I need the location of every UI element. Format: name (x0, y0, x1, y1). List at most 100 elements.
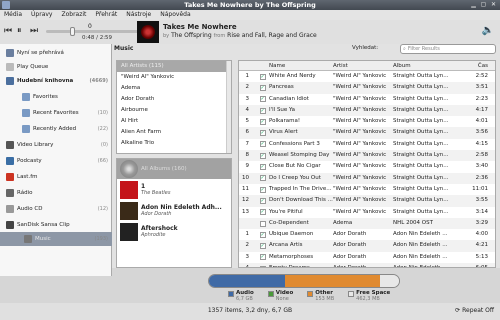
legend-swatch (267, 291, 274, 297)
col-playing[interactable] (250, 61, 258, 70)
col-number[interactable] (239, 61, 250, 70)
table-row[interactable]: 4 ✓ I'll Sue Ya "Weird Al" Yankovic Straight… (239, 104, 495, 117)
seek-slider[interactable] (46, 30, 142, 33)
menu-edit[interactable]: Úpravy (31, 10, 52, 20)
album-all-item[interactable]: All Albums (160) (117, 159, 231, 179)
sidebar-item[interactable]: SanDisk Sansa Clip (0, 218, 112, 232)
table-row[interactable]: 2 ✓ Arcana Artis Ador Dorath Adon Nin Edelet… (239, 240, 495, 252)
col-time[interactable]: Čas (468, 61, 490, 70)
track-album: Straight Outta Lyn... (393, 197, 449, 204)
col-album[interactable]: Album (393, 61, 468, 70)
table-row[interactable]: 12 ✓ Don't Download This ... "Weird Al" Yan… (239, 195, 495, 207)
track-album: Adon Nin Edeleth ... (393, 242, 448, 249)
next-icon[interactable]: ⏭ (30, 26, 38, 36)
sidebar-item[interactable]: Favorites (0, 90, 112, 104)
track-checkbox[interactable]: ✓ (259, 197, 266, 204)
artist-list-item[interactable]: Ador Dorath (117, 94, 231, 105)
menu-play[interactable]: Přehrát (95, 10, 117, 20)
menu-tools[interactable]: Nástroje (126, 10, 151, 20)
artist-scrollbar[interactable] (226, 61, 231, 153)
table-row[interactable]: 2 ✓ Pancreas "Weird Al" Yankovic Straight Ou… (239, 82, 495, 94)
sidebar-item[interactable]: Last.fm (0, 170, 112, 184)
menu-media[interactable]: Média (4, 10, 22, 20)
sidebar-item-label: Nyní se přehrává (17, 50, 64, 56)
album-list-item[interactable]: Adon Nin Edeleth Adh... Ador Dorath (117, 200, 231, 221)
track-artist: "Weird Al" Yankovic (333, 185, 387, 192)
track-checkbox[interactable] (259, 220, 266, 227)
repeat-toggle[interactable]: ⟳ Repeat Off (455, 307, 494, 314)
track-checkbox[interactable]: ✓ (259, 265, 266, 267)
track-checkbox[interactable]: ✓ (259, 209, 266, 216)
track-checkbox[interactable]: ✓ (259, 96, 266, 103)
artist-list-item[interactable]: Airbourne (117, 105, 231, 116)
now-playing-album-art[interactable] (137, 21, 159, 43)
track-checkbox[interactable]: ✓ (259, 118, 266, 125)
track-checkbox[interactable]: ✓ (259, 130, 266, 137)
artist-list-item[interactable]: Alien Ant Farm (117, 127, 231, 138)
legend-size: 6,7 GB (236, 296, 253, 302)
sidebar-item[interactable]: Music (193) (0, 232, 112, 246)
artist-list-item[interactable]: Adema (117, 83, 231, 94)
track-checkbox[interactable]: ✓ (259, 164, 266, 171)
sidebar-item[interactable]: Nyní se přehrává (0, 46, 112, 60)
search-input[interactable]: ⌕ Filter Results (400, 44, 496, 54)
artist-list-item[interactable]: Al Hirt (117, 116, 231, 127)
track-checkbox[interactable]: ✓ (259, 84, 266, 91)
sidebar-item[interactable]: Rádio (0, 186, 112, 200)
sidebar-item-label: Last.fm (17, 174, 38, 180)
table-row[interactable]: 7 ✓ Confessions Part 3 "Weird Al" Yankovic S… (239, 139, 495, 150)
table-row[interactable]: 1 ✓ Ubique Daemon Ador Dorath Adon Nin Edele… (239, 229, 495, 240)
search-label: Vyhledat: (352, 45, 379, 51)
col-artist[interactable]: Artist (333, 61, 393, 70)
track-name: Empty Dreams (267, 263, 333, 267)
track-artist: "Weird Al" Yankovic (333, 118, 387, 125)
menu-help[interactable]: Nápověda (160, 10, 190, 20)
track-checkbox[interactable]: ✓ (259, 231, 266, 238)
track-checkbox[interactable]: ✓ (259, 73, 266, 80)
sidebar-item[interactable]: Play Queue (0, 60, 112, 74)
track-album: Straight Outta Lyn... (393, 129, 449, 136)
table-row[interactable]: 11 ✓ Trapped In The Drive... "Weird Al" Yan… (239, 184, 495, 195)
library-browser: Music Vyhledat: ⌕ Filter Results All Art… (112, 44, 500, 268)
table-row[interactable]: 9 ✓ Close But No Cigar "Weird Al" Yankovic S… (239, 161, 495, 172)
track-checkbox[interactable]: ✓ (259, 243, 266, 250)
track-checkbox[interactable]: ✓ (259, 107, 266, 114)
pause-icon[interactable]: ⏸ (17, 26, 22, 36)
track-checkbox[interactable]: ✓ (259, 254, 266, 261)
sidebar-item[interactable]: Recent Favorites (10) (0, 106, 112, 120)
album-all-label: All Albums (160) (141, 166, 187, 172)
sidebar-item[interactable]: Hudební knihovna (4669) (0, 74, 112, 88)
minimize-icon[interactable]: ▁ (470, 1, 477, 8)
seek-slider-handle[interactable] (69, 27, 75, 36)
sidebar-item[interactable]: Audio CD (12) (0, 202, 112, 216)
album-list-item[interactable]: 1 The Beatles (117, 179, 231, 200)
track-checkbox[interactable]: ✓ (259, 175, 266, 182)
track-checkbox[interactable]: ✓ (259, 152, 266, 159)
table-row[interactable]: 8 ✓ Weasel Stomping Day "Weird Al" Yankovic… (239, 150, 495, 162)
track-checkbox[interactable]: ✓ (259, 141, 266, 148)
close-icon[interactable]: ✕ (490, 1, 497, 8)
table-row[interactable]: 10 ✓ Do I Creep You Out "Weird Al" Yankovic… (239, 172, 495, 184)
artist-list-item[interactable]: Alkaline Trio (117, 138, 231, 149)
maximize-icon[interactable]: ▢ (480, 1, 487, 8)
table-row[interactable]: 6 ✓ Virus Alert "Weird Al" Yankovic Straight… (239, 127, 495, 139)
volume-icon[interactable]: 🔈 (482, 25, 494, 36)
sidebar-item[interactable]: Podcasty (66) (0, 154, 112, 168)
artist-list-item[interactable]: All Artists (115) (117, 61, 231, 72)
table-row[interactable]: 3 ✓ Metamorphoses Ador Dorath Adon Nin Edele… (239, 252, 495, 263)
sidebar-item[interactable]: Recently Added (22) (0, 122, 112, 136)
table-row[interactable]: 13 ✓ You're Pitiful "Weird Al" Yankovic Stra… (239, 207, 495, 218)
previous-icon[interactable]: ⏮ (4, 26, 12, 36)
col-check[interactable] (258, 61, 267, 70)
menu-view[interactable]: Zobrazit (61, 10, 86, 20)
sidebar-item[interactable]: Video Library (0) (0, 138, 112, 152)
track-checkbox[interactable]: ✓ (259, 186, 266, 193)
col-name[interactable]: Name (267, 61, 333, 70)
artist-list-item[interactable]: "Weird Al" Yankovic (117, 72, 231, 83)
table-row[interactable]: 3 ✓ Canadian Idiot "Weird Al" Yankovic Strai… (239, 94, 495, 105)
album-list-item[interactable]: Aftershock Aphrodite (117, 221, 231, 242)
table-row[interactable]: 1 ✓ White And Nerdy "Weird Al" Yankovic Stra… (239, 71, 495, 82)
table-row[interactable]: 5 ✓ Polkarama! "Weird Al" Yankovic Straight … (239, 116, 495, 127)
table-row[interactable]: 4 ✓Empty DreamsAdor DorathAdon Nin Edelet… (239, 263, 495, 267)
table-row[interactable]: Co-Dependent Adema NHL 2004 OST 3:29 (239, 217, 495, 230)
